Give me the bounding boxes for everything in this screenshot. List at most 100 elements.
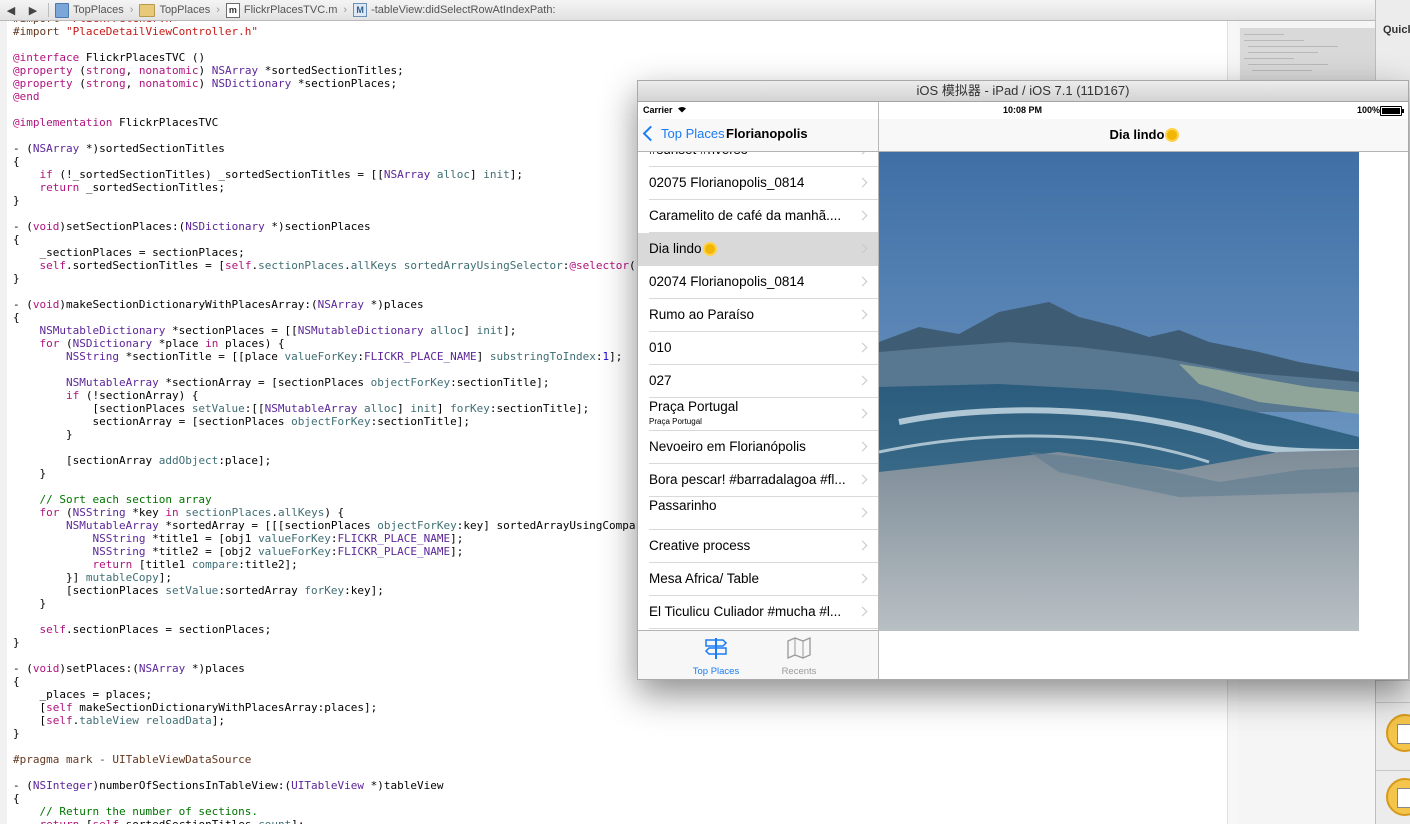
object-library-icon[interactable] <box>1386 714 1410 752</box>
code-line[interactable] <box>13 649 636 662</box>
breadcrumb-project[interactable]: TopPlaces <box>55 2 124 18</box>
forward-arrow-icon[interactable]: ▶ <box>22 4 44 17</box>
code-line[interactable]: @implementation FlickrPlacesTVC <box>13 116 636 129</box>
breadcrumb-group[interactable]: TopPlaces <box>139 3 210 17</box>
row-title: El Ticulicu Culiador #mucha #l... <box>649 604 849 619</box>
code-line[interactable]: { <box>13 792 636 805</box>
table-row[interactable]: Dia lindo <box>638 233 878 266</box>
code-line[interactable]: #import "PlaceDetailViewController.h" <box>13 25 636 38</box>
code-line[interactable]: NSString *sectionTitle = [[place valueFo… <box>13 350 636 363</box>
places-list[interactable]: #sunset #riverso 02075 Florianopolis_0814… <box>638 152 878 630</box>
code-line[interactable] <box>13 441 636 454</box>
code-line[interactable]: NSString *title2 = [obj2 valueForKey:FLI… <box>13 545 636 558</box>
code-line[interactable]: - (void)setSectionPlaces:(NSDictionary *… <box>13 220 636 233</box>
detail-title-text: Dia lindo <box>1109 127 1165 142</box>
code-line[interactable]: @end <box>13 90 636 103</box>
code-line[interactable] <box>13 129 636 142</box>
code-line[interactable]: return [self.sortedSectionTitles count]; <box>13 818 636 824</box>
table-row[interactable]: El Ticulicu Culiador #mucha #l... <box>638 596 878 629</box>
code-line[interactable]: { <box>13 311 636 324</box>
code-line[interactable]: } <box>13 727 636 740</box>
code-line[interactable]: #pragma mark - UITableViewDataSource <box>13 753 636 766</box>
code-line[interactable]: [self makeSectionDictionaryWithPlacesArr… <box>13 701 636 714</box>
code-line[interactable]: { <box>13 233 636 246</box>
row-title-text: Bora pescar! #barradalagoa #fl... <box>649 472 846 487</box>
breadcrumb-method[interactable]: M -tableView:didSelectRowAtIndexPath: <box>353 3 556 17</box>
code-line[interactable]: - (void)makeSectionDictionaryWithPlacesA… <box>13 298 636 311</box>
code-line[interactable] <box>13 610 636 623</box>
code-line[interactable] <box>13 363 636 376</box>
table-row[interactable]: Nevoeiro em Florianópolis <box>638 431 878 464</box>
code-line[interactable]: _places = places; <box>13 688 636 701</box>
code-line[interactable]: @property (strong, nonatomic) NSDictiona… <box>13 77 636 90</box>
tab-bar: Top Places Recents <box>638 630 878 679</box>
code-line[interactable] <box>13 207 636 220</box>
code-line[interactable]: [self.tableView reloadData]; <box>13 714 636 727</box>
tab-top-places[interactable]: Top Places <box>688 637 744 677</box>
simulator-window[interactable]: iOS 模拟器 - iPad / iOS 7.1 (11D167) Top Pl… <box>637 80 1409 680</box>
code-line[interactable]: [sectionPlaces setValue:[[NSMutableArray… <box>13 402 636 415</box>
table-row[interactable]: 02075 Florianopolis_0814 <box>638 167 878 200</box>
table-row[interactable]: 010 <box>638 332 878 365</box>
table-row[interactable]: Caramelito de café da manhã.... <box>638 200 878 233</box>
disclosure-chevron-icon <box>857 177 868 188</box>
code-line[interactable]: _sectionPlaces = sectionPlaces; <box>13 246 636 259</box>
code-line[interactable]: for (NSDictionary *place in places) { <box>13 337 636 350</box>
code-line[interactable]: // Return the number of sections. <box>13 805 636 818</box>
back-arrow-icon[interactable]: ◀ <box>0 4 22 17</box>
code-line[interactable]: { <box>13 675 636 688</box>
code-line[interactable]: } <box>13 597 636 610</box>
table-row[interactable]: #sunset #riverso <box>638 152 878 167</box>
table-row[interactable]: Creative process <box>638 530 878 563</box>
code-line[interactable]: self.sortedSectionTitles = [self.section… <box>13 259 636 272</box>
ipad-screen[interactable]: Top Places Florianopolis #sunset #rivers… <box>638 102 1408 679</box>
row-title: #sunset #riverso <box>649 152 849 157</box>
sun-emoji-icon <box>1167 130 1178 140</box>
code-line[interactable]: } <box>13 636 636 649</box>
code-line[interactable]: return [title1 compare:title2]; <box>13 558 636 571</box>
code-line[interactable]: if (!sectionArray) { <box>13 389 636 402</box>
source-code[interactable]: #import "FlickrFetcher.h"#import "PlaceD… <box>13 12 636 824</box>
table-row[interactable]: 02074 Florianopolis_0814 <box>638 266 878 299</box>
code-line[interactable]: } <box>13 467 636 480</box>
table-row[interactable]: Praça Portugal Praça Portugal <box>638 398 878 431</box>
code-line[interactable] <box>13 740 636 753</box>
code-line[interactable]: sectionArray = [sectionPlaces objectForK… <box>13 415 636 428</box>
code-line[interactable]: [sectionArray addObject:place]; <box>13 454 636 467</box>
code-line[interactable]: self.sectionPlaces = sectionPlaces; <box>13 623 636 636</box>
code-line[interactable]: - (NSArray *)sortedSectionTitles <box>13 142 636 155</box>
code-line[interactable]: for (NSString *key in sectionPlaces.allK… <box>13 506 636 519</box>
code-line[interactable]: @property (strong, nonatomic) NSArray *s… <box>13 64 636 77</box>
code-line[interactable]: }] mutableCopy]; <box>13 571 636 584</box>
code-line[interactable]: // Sort each section array <box>13 493 636 506</box>
code-line[interactable]: - (NSInteger)numberOfSectionsInTableView… <box>13 779 636 792</box>
table-row[interactable]: Mesa Africa/ Table <box>638 563 878 596</box>
table-row[interactable]: Bora pescar! #barradalagoa #fl... <box>638 464 878 497</box>
breadcrumb-file[interactable]: m FlickrPlacesTVC.m <box>225 2 337 18</box>
code-line[interactable]: return _sortedSectionTitles; <box>13 181 636 194</box>
table-row[interactable]: 027 <box>638 365 878 398</box>
code-line[interactable] <box>13 103 636 116</box>
table-row[interactable]: Passarinho <box>638 497 878 530</box>
code-line[interactable]: NSMutableDictionary *sectionPlaces = [[N… <box>13 324 636 337</box>
file-template-icon[interactable] <box>1386 778 1410 816</box>
code-line[interactable] <box>13 285 636 298</box>
tab-recents[interactable]: Recents <box>771 637 827 677</box>
code-line[interactable]: } <box>13 272 636 285</box>
code-line[interactable]: [sectionPlaces setValue:sortedArray forK… <box>13 584 636 597</box>
code-line[interactable]: NSString *title1 = [obj1 valueForKey:FLI… <box>13 532 636 545</box>
code-line[interactable]: - (void)setPlaces:(NSArray *)places <box>13 662 636 675</box>
code-line[interactable]: NSMutableArray *sortedArray = [[[section… <box>13 519 636 532</box>
breadcrumb-project-label: TopPlaces <box>73 4 124 16</box>
code-line[interactable] <box>13 766 636 779</box>
code-line[interactable]: @interface FlickrPlacesTVC () <box>13 51 636 64</box>
code-line[interactable] <box>13 38 636 51</box>
code-line[interactable]: { <box>13 155 636 168</box>
code-line[interactable]: } <box>13 428 636 441</box>
table-row[interactable]: Rumo ao Paraíso <box>638 299 878 332</box>
code-line[interactable]: NSMutableArray *sectionArray = [sectionP… <box>13 376 636 389</box>
code-line[interactable] <box>13 480 636 493</box>
code-line[interactable]: if (!_sortedSectionTitles) _sortedSectio… <box>13 168 636 181</box>
code-line[interactable]: } <box>13 194 636 207</box>
back-button[interactable]: Top Places <box>642 125 725 142</box>
